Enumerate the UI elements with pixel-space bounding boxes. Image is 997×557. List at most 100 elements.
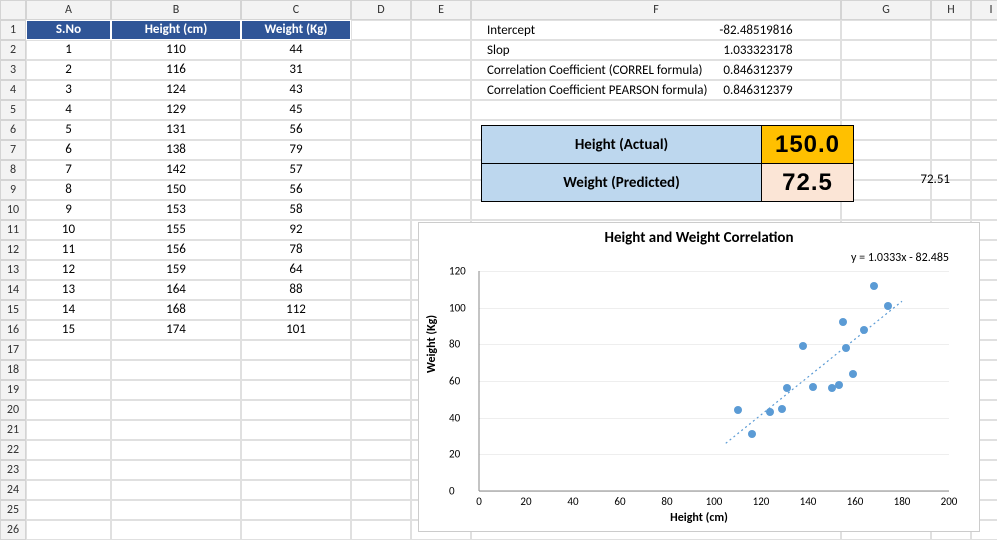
cell-G1[interactable] — [841, 20, 931, 40]
cell-B2[interactable]: 110 — [111, 40, 241, 60]
row-header-21[interactable]: 21 — [0, 420, 26, 440]
cell-C25[interactable] — [241, 500, 351, 520]
cell-C4[interactable]: 43 — [241, 80, 351, 100]
cell-D13[interactable] — [351, 260, 411, 280]
cell-B7[interactable]: 138 — [111, 140, 241, 160]
cell-B6[interactable]: 131 — [111, 120, 241, 140]
cell-I4[interactable] — [971, 80, 997, 100]
cell-B4[interactable]: 124 — [111, 80, 241, 100]
cell-B15[interactable]: 168 — [111, 300, 241, 320]
cell-I7[interactable] — [971, 140, 997, 160]
cell-I9[interactable] — [971, 180, 997, 200]
column-header-C[interactable]: C — [241, 0, 351, 20]
cell-I1[interactable] — [971, 20, 997, 40]
cell-D10[interactable] — [351, 200, 411, 220]
cell-B5[interactable]: 129 — [111, 100, 241, 120]
cell-F10[interactable] — [471, 200, 841, 220]
cell-D6[interactable] — [351, 120, 411, 140]
column-header-H[interactable]: H — [931, 0, 971, 20]
cell-D3[interactable] — [351, 60, 411, 80]
cell-B21[interactable] — [111, 420, 241, 440]
cell-C22[interactable] — [241, 440, 351, 460]
cell-C23[interactable] — [241, 460, 351, 480]
row-header-16[interactable]: 16 — [0, 320, 26, 340]
cell-A1[interactable]: S.No — [26, 20, 111, 40]
cell-B14[interactable]: 164 — [111, 280, 241, 300]
cell-G6[interactable] — [841, 120, 931, 140]
cell-H7[interactable] — [931, 140, 971, 160]
cell-A4[interactable]: 3 — [26, 80, 111, 100]
cell-C20[interactable] — [241, 400, 351, 420]
cell-A9[interactable]: 8 — [26, 180, 111, 200]
cell-H6[interactable] — [931, 120, 971, 140]
cell-E4[interactable] — [411, 80, 471, 100]
cell-B8[interactable]: 142 — [111, 160, 241, 180]
cell-A12[interactable]: 11 — [26, 240, 111, 260]
cell-C2[interactable]: 44 — [241, 40, 351, 60]
cell-D11[interactable] — [351, 220, 411, 240]
cell-D2[interactable] — [351, 40, 411, 60]
row-header-22[interactable]: 22 — [0, 440, 26, 460]
row-header-25[interactable]: 25 — [0, 500, 26, 520]
cell-I2[interactable] — [971, 40, 997, 60]
cell-C3[interactable]: 31 — [241, 60, 351, 80]
cell-D1[interactable] — [351, 20, 411, 40]
cell-C5[interactable]: 45 — [241, 100, 351, 120]
cell-C11[interactable]: 92 — [241, 220, 351, 240]
column-header-E[interactable]: E — [411, 0, 471, 20]
row-header-6[interactable]: 6 — [0, 120, 26, 140]
scatter-chart[interactable]: Height and Weight Correlation y = 1.0333… — [418, 222, 980, 532]
row-header-3[interactable]: 3 — [0, 60, 26, 80]
cell-A22[interactable] — [26, 440, 111, 460]
cell-E7[interactable] — [411, 140, 471, 160]
cell-B11[interactable]: 155 — [111, 220, 241, 240]
cell-E1[interactable] — [411, 20, 471, 40]
cell-E2[interactable] — [411, 40, 471, 60]
cell-C6[interactable]: 56 — [241, 120, 351, 140]
cell-C7[interactable]: 79 — [241, 140, 351, 160]
cell-A13[interactable]: 12 — [26, 260, 111, 280]
cell-D23[interactable] — [351, 460, 411, 480]
row-header-13[interactable]: 13 — [0, 260, 26, 280]
cell-D19[interactable] — [351, 380, 411, 400]
cell-A2[interactable]: 1 — [26, 40, 111, 60]
cell-I6[interactable] — [971, 120, 997, 140]
cell-B20[interactable] — [111, 400, 241, 420]
cell-A8[interactable]: 7 — [26, 160, 111, 180]
cell-B19[interactable] — [111, 380, 241, 400]
cell-D24[interactable] — [351, 480, 411, 500]
cell-A21[interactable] — [26, 420, 111, 440]
cell-B16[interactable]: 174 — [111, 320, 241, 340]
cell-A19[interactable] — [26, 380, 111, 400]
row-header-1[interactable]: 1 — [0, 20, 26, 40]
cell-G3[interactable] — [841, 60, 931, 80]
cell-B13[interactable]: 159 — [111, 260, 241, 280]
cell-G4[interactable] — [841, 80, 931, 100]
cell-E10[interactable] — [411, 200, 471, 220]
cell-B10[interactable]: 153 — [111, 200, 241, 220]
row-header-2[interactable]: 2 — [0, 40, 26, 60]
row-header-7[interactable]: 7 — [0, 140, 26, 160]
cell-B9[interactable]: 150 — [111, 180, 241, 200]
row-header-9[interactable]: 9 — [0, 180, 26, 200]
cell-A6[interactable]: 5 — [26, 120, 111, 140]
cell-I5[interactable] — [971, 100, 997, 120]
cell-B23[interactable] — [111, 460, 241, 480]
cell-C26[interactable] — [241, 520, 351, 540]
cell-B26[interactable] — [111, 520, 241, 540]
cell-I8[interactable] — [971, 160, 997, 180]
cell-D22[interactable] — [351, 440, 411, 460]
cell-A15[interactable]: 14 — [26, 300, 111, 320]
cell-D9[interactable] — [351, 180, 411, 200]
cell-D21[interactable] — [351, 420, 411, 440]
row-header-4[interactable]: 4 — [0, 80, 26, 100]
cell-B24[interactable] — [111, 480, 241, 500]
cell-D5[interactable] — [351, 100, 411, 120]
cell-D20[interactable] — [351, 400, 411, 420]
cell-C12[interactable]: 78 — [241, 240, 351, 260]
row-header-14[interactable]: 14 — [0, 280, 26, 300]
cell-D26[interactable] — [351, 520, 411, 540]
cell-B22[interactable] — [111, 440, 241, 460]
cell-B3[interactable]: 116 — [111, 60, 241, 80]
column-header-D[interactable]: D — [351, 0, 411, 20]
